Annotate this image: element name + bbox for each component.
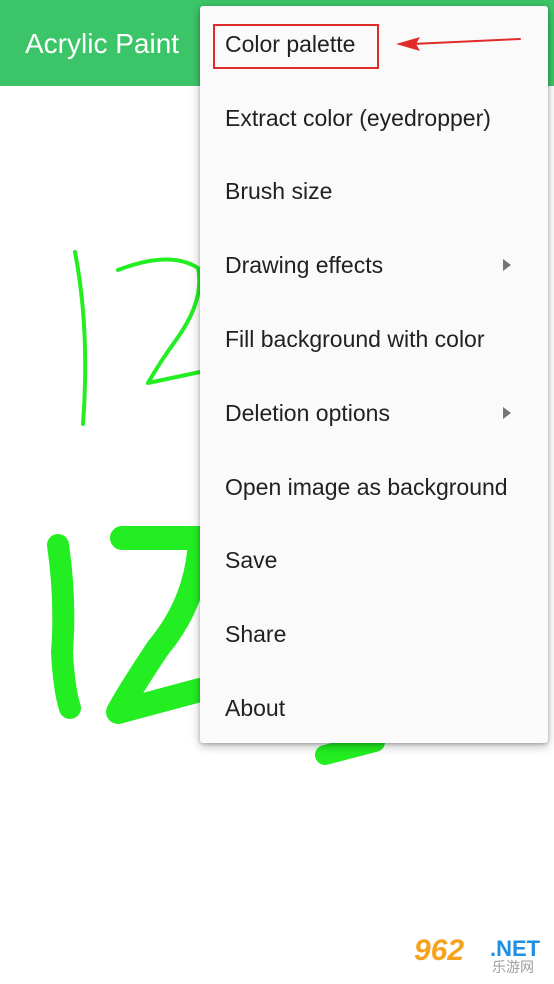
red-arrow-icon <box>396 37 521 51</box>
triangle-right-icon <box>503 406 511 419</box>
menu-item-share[interactable]: Share <box>200 597 548 670</box>
menu-item-open-image-background[interactable]: Open image as background <box>200 450 548 523</box>
watermark-sub-text: 乐游网 <box>492 960 534 976</box>
thick-stroke-one <box>47 534 81 719</box>
menu-item-label: Open image as background <box>225 473 508 500</box>
thin-stroke-two <box>116 257 202 385</box>
menu-item-label: About <box>225 694 286 721</box>
triangle-right-icon <box>503 258 511 271</box>
menu-item-label: Save <box>225 546 278 573</box>
menu-item-label: Share <box>225 620 287 647</box>
menu-item-drawing-effects[interactable]: Drawing effects <box>200 228 548 301</box>
menu-item-about[interactable]: About <box>200 671 548 744</box>
menu-item-extract-color[interactable]: Extract color (eyedropper) <box>200 81 548 154</box>
thick-stroke-two <box>106 526 212 724</box>
menu-item-deletion-options[interactable]: Deletion options <box>200 376 548 449</box>
menu-item-save[interactable]: Save <box>200 523 548 596</box>
menu-item-label: Brush size <box>225 177 333 204</box>
annotation-highlight-box <box>213 24 379 69</box>
watermark-logo: 962 .NET 乐游网 <box>414 936 550 978</box>
menu-item-label: Extract color (eyedropper) <box>225 104 491 131</box>
watermark-suffix-text: .NET <box>490 936 541 961</box>
menu-item-label: Deletion options <box>225 399 390 426</box>
watermark-main-text: 962 <box>414 934 465 967</box>
menu-item-label: Fill background with color <box>225 325 485 352</box>
menu-item-brush-size[interactable]: Brush size <box>200 154 548 227</box>
overflow-menu: Color palette Extract color (eyedropper)… <box>200 6 548 743</box>
menu-item-fill-background[interactable]: Fill background with color <box>200 302 548 375</box>
thin-stroke-one <box>73 250 88 426</box>
menu-item-label: Drawing effects <box>225 251 384 278</box>
